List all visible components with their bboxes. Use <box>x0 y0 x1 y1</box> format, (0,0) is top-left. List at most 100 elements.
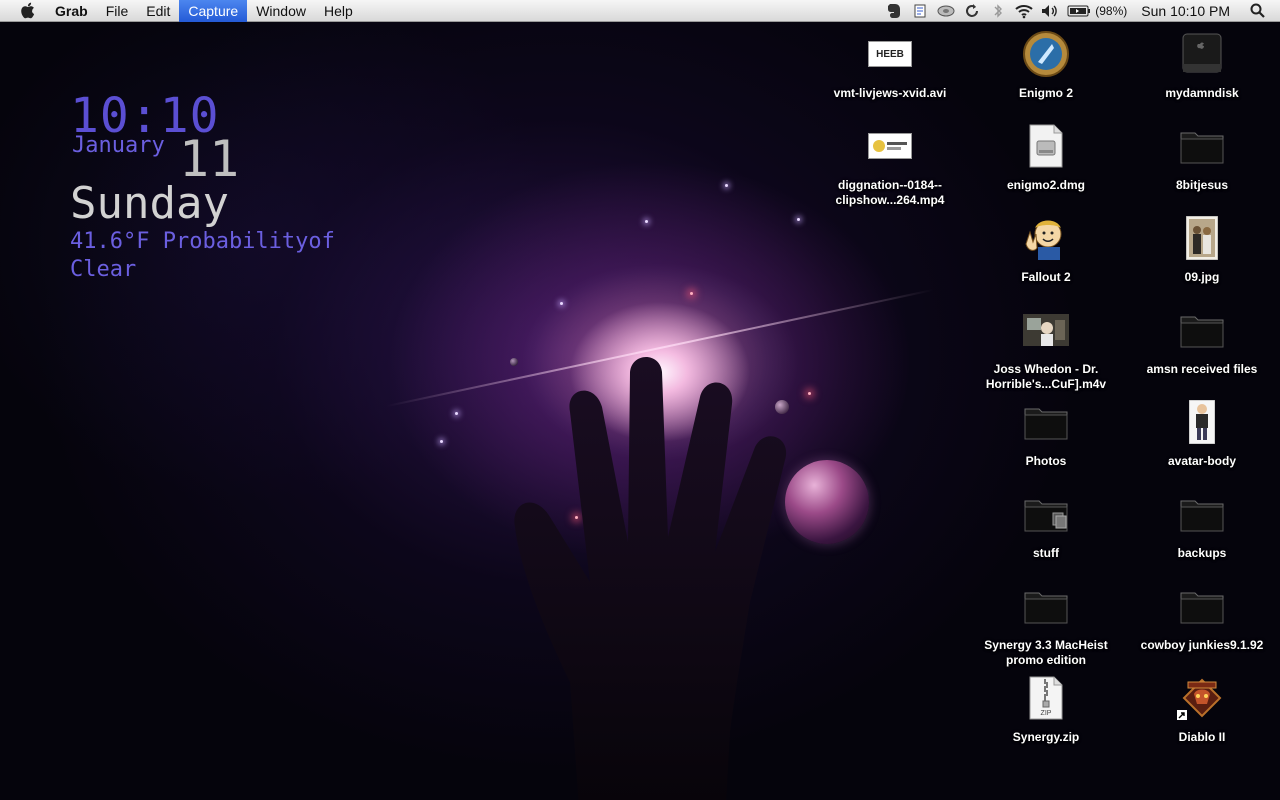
widget-weekday: Sunday <box>70 178 229 229</box>
label-line: Photos <box>1025 454 1067 468</box>
icon-label: backups <box>1122 546 1280 561</box>
zip-label: ZIP <box>1040 709 1052 717</box>
sync-icon[interactable] <box>961 0 983 22</box>
star <box>455 412 458 415</box>
label-line: amsn received files <box>1146 362 1258 376</box>
desktop-icon-fallout-2[interactable]: Fallout 2 <box>966 214 1126 285</box>
star <box>560 302 563 305</box>
icon-label: avatar-body <box>1122 454 1280 469</box>
desktop-icon-backups-folder[interactable]: backups <box>1122 490 1280 561</box>
label-line: Fallout 2 <box>1021 270 1071 284</box>
label-line: Synergy 3.3 MacHeist <box>984 638 1108 652</box>
folder-icon <box>1022 490 1070 538</box>
menu-window[interactable]: Window <box>247 0 315 22</box>
desktop-icon-diggnation-video[interactable]: diggnation--0184-- clipshow...264.mp4 <box>810 122 970 208</box>
menu-capture[interactable]: Capture <box>179 0 248 22</box>
icon-label: vmt-livjews-xvid.avi <box>810 86 970 101</box>
vault-boy-icon <box>1022 214 1070 262</box>
label-line: Joss Whedon - Dr. <box>993 362 1099 376</box>
battery-percentage[interactable]: (98%) <box>1095 4 1127 18</box>
desktop-icon-enigmo2-dmg[interactable]: enigmo2.dmg <box>966 122 1126 193</box>
desktop-icon-joss-whedon-video[interactable]: Joss Whedon - Dr. Horrible's...CuF].m4v <box>966 306 1126 392</box>
desktop-icon-mydamndisk[interactable]: mydamndisk <box>1122 30 1280 101</box>
icon-label: Joss Whedon - Dr. Horrible's...CuF].m4v <box>966 362 1126 392</box>
label-line: diggnation--0184-- <box>838 178 942 192</box>
star <box>645 220 648 223</box>
bluetooth-icon[interactable] <box>987 0 1009 22</box>
desktop-icon-synergy-zip[interactable]: ZIP Synergy.zip <box>966 674 1126 745</box>
label-line: promo edition <box>1006 653 1086 667</box>
icon-label: Photos <box>966 454 1126 469</box>
folder-icon <box>1178 122 1226 170</box>
label-line: 8bitjesus <box>1175 178 1229 192</box>
video-thumbnail-icon: HEEB <box>866 30 914 78</box>
folder-icon <box>1178 582 1226 630</box>
desktop-icon-cowboy-junkies-folder[interactable]: cowboy junkies9.1.92 <box>1122 582 1280 653</box>
desktop-icon-vmt-video[interactable]: HEEB vmt-livjews-xvid.avi <box>810 30 970 101</box>
icon-label: amsn received files <box>1122 362 1280 377</box>
desktop-icon-synergy-promo-folder[interactable]: Synergy 3.3 MacHeist promo edition <box>966 582 1126 668</box>
folder-icon <box>1022 398 1070 446</box>
avatar-image-icon <box>1178 398 1226 446</box>
icon-label: Synergy 3.3 MacHeist promo edition <box>966 638 1126 668</box>
wifi-icon[interactable] <box>1013 0 1035 22</box>
label-line: mydamndisk <box>1165 86 1239 100</box>
video-thumbnail-icon <box>1022 306 1070 354</box>
menu-app-grab[interactable]: Grab <box>46 0 97 22</box>
desktop-icon-8bitjesus-folder[interactable]: 8bitjesus <box>1122 122 1280 193</box>
spotlight-search-icon[interactable] <box>1246 0 1268 22</box>
menu-bar: Grab File Edit Capture Window Help (98%)… <box>0 0 1280 22</box>
menu-file[interactable]: File <box>97 0 138 22</box>
label-line: Horrible's...CuF].m4v <box>985 377 1107 391</box>
desktop-icon-avatar-body[interactable]: avatar-body <box>1122 398 1280 469</box>
label-line: Synergy.zip <box>1012 730 1080 744</box>
desktop-icon-amsn-received-folder[interactable]: amsn received files <box>1122 306 1280 377</box>
icon-label: Synergy.zip <box>966 730 1126 745</box>
battery-icon[interactable] <box>1065 0 1093 22</box>
label-line: backups <box>1177 546 1227 560</box>
label-line: Diablo II <box>1178 730 1226 744</box>
menu-edit[interactable]: Edit <box>137 0 179 22</box>
icon-label: Enigmo 2 <box>966 86 1126 101</box>
hand-silhouette <box>514 357 787 800</box>
desktop-icon-photos-folder[interactable]: Photos <box>966 398 1126 469</box>
label-line: 09.jpg <box>1184 270 1220 284</box>
star <box>440 440 443 443</box>
apple-menu-icon[interactable] <box>18 2 36 20</box>
desktop-icon-enigmo-2[interactable]: Enigmo 2 <box>966 30 1126 101</box>
photo-thumbnail-icon <box>1178 214 1226 262</box>
menu-extras: (98%) Sun 10:10 PM <box>881 0 1280 22</box>
alias-arrow-icon <box>1177 710 1187 720</box>
evernote-elephant-icon[interactable] <box>883 0 905 22</box>
weather-line-2: Clear <box>70 257 137 282</box>
label-line: stuff <box>1033 546 1059 560</box>
widget-month: January <box>72 133 165 158</box>
folder-icon <box>1022 582 1070 630</box>
zip-archive-icon: ZIP <box>1022 674 1070 722</box>
label-line: avatar-body <box>1167 454 1237 468</box>
enigmo-app-icon <box>1022 30 1070 78</box>
diablo-app-icon <box>1177 674 1226 722</box>
hard-disk-icon <box>1178 30 1226 78</box>
icon-label: diggnation--0184-- clipshow...264.mp4 <box>810 178 970 208</box>
icon-label: Diablo II <box>1122 730 1280 745</box>
folder-icon <box>1178 490 1226 538</box>
menu-help[interactable]: Help <box>315 0 362 22</box>
disk-menu-icon[interactable] <box>935 0 957 22</box>
icon-label: enigmo2.dmg <box>966 178 1126 193</box>
folder-icon <box>1178 306 1226 354</box>
label-line: vmt-livjews-xvid.avi <box>833 86 947 100</box>
desktop-icon-09-jpg[interactable]: 09.jpg <box>1122 214 1280 285</box>
volume-icon[interactable] <box>1039 0 1061 22</box>
star <box>725 184 728 187</box>
menu-clock[interactable]: Sun 10:10 PM <box>1141 3 1230 19</box>
video-thumbnail-icon <box>866 122 914 170</box>
icon-label: 09.jpg <box>1122 270 1280 285</box>
desktop-icon-diablo-ii[interactable]: Diablo II <box>1122 674 1280 745</box>
document-menu-icon[interactable] <box>909 0 931 22</box>
label-line: cowboy junkies9.1.92 <box>1140 638 1264 652</box>
desktop-icon-stuff-folder[interactable]: stuff <box>966 490 1126 561</box>
label-line: Enigmo 2 <box>1018 86 1073 100</box>
disk-image-file-icon <box>1022 122 1070 170</box>
icon-label: mydamndisk <box>1122 86 1280 101</box>
